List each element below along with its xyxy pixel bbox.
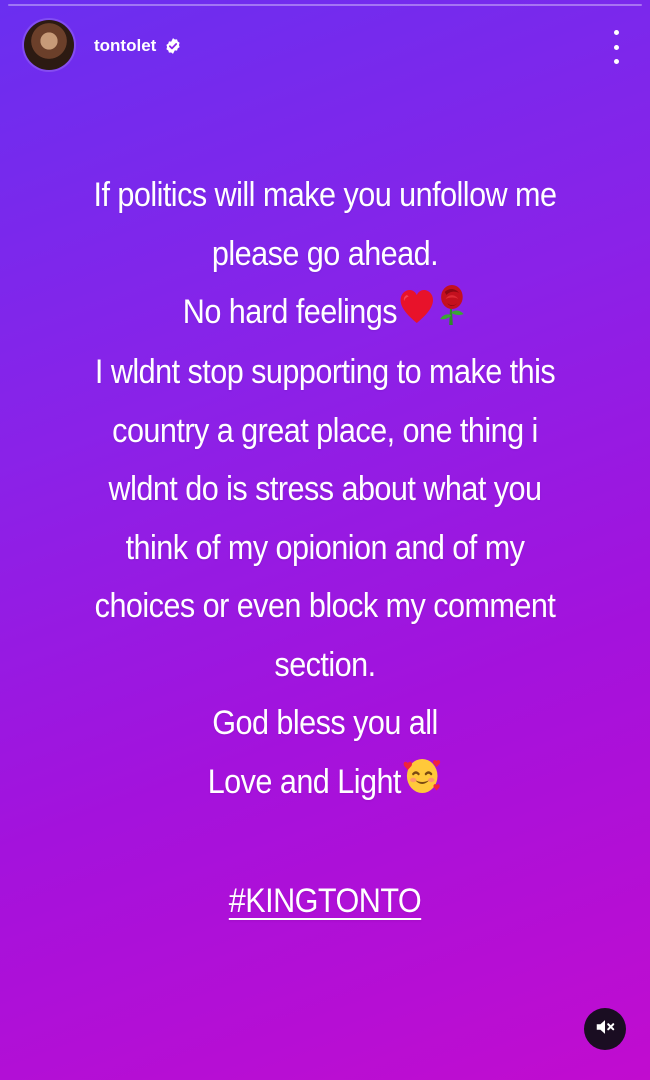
caption-line: I wldnt stop supporting to make this — [94, 353, 556, 392]
caption-line-text: Love and Light — [207, 762, 402, 801]
caption-line: choices or even block my comment — [94, 587, 556, 626]
caption-line-with-emoji: No hard feelings — [60, 283, 591, 343]
mute-button[interactable] — [584, 1008, 626, 1050]
rose-icon — [437, 284, 468, 344]
caption-line: think of my opionion and of my — [125, 528, 525, 567]
smiling-face-with-hearts-icon — [403, 755, 443, 814]
caption-line: please go ahead. — [211, 234, 439, 273]
hashtag-line: #KINGTONTO — [60, 872, 591, 931]
username[interactable]: tontolet — [94, 36, 156, 56]
username-row[interactable]: tontolet — [94, 36, 182, 56]
story-view[interactable]: tontolet If politics will make you unfol… — [0, 0, 650, 1080]
hashtag-link[interactable]: #KINGTONTO — [229, 872, 422, 931]
caption-line: God bless you all — [212, 704, 438, 743]
red-heart-icon — [399, 285, 435, 344]
avatar[interactable] — [24, 20, 74, 70]
speaker-muted-icon — [594, 1016, 616, 1043]
caption-line-with-emoji: Love and Light — [60, 753, 591, 813]
caption-line: country a great place, one thing i — [112, 411, 538, 450]
caption-line-text: No hard feelings — [182, 293, 398, 331]
caption-line: section. — [274, 645, 376, 684]
more-dot — [613, 30, 619, 35]
caption-line: If politics will make you unfollow me — [93, 176, 557, 214]
verified-badge-icon — [164, 37, 182, 55]
caption-line: wldnt do is stress about what you — [108, 470, 542, 509]
story-header: tontolet — [0, 0, 650, 96]
more-options-button[interactable] — [610, 30, 622, 64]
more-dot — [613, 59, 619, 64]
story-caption: If politics will make you unfollow me pl… — [60, 166, 591, 930]
story-progress-bar — [8, 4, 642, 6]
more-dot — [613, 44, 619, 50]
